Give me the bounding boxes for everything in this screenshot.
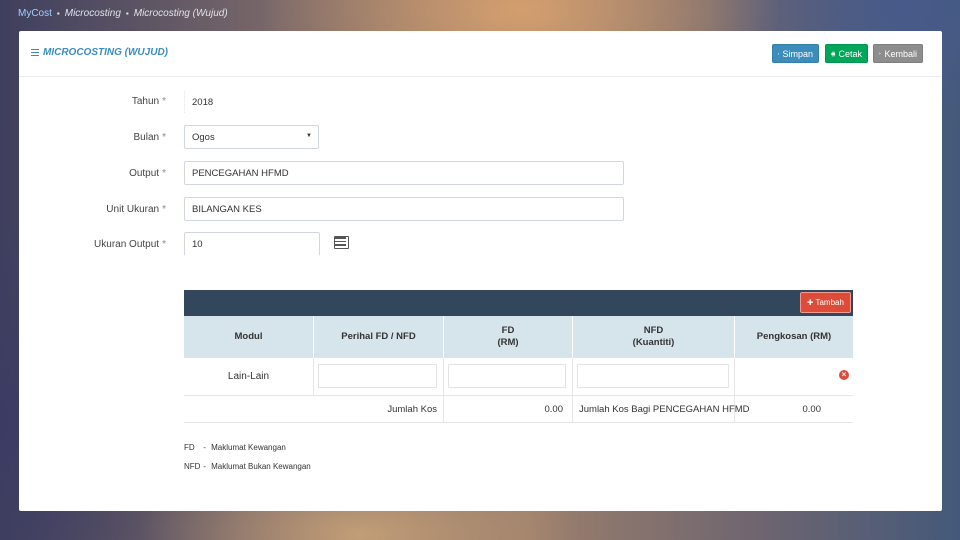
print-button[interactable]: Cetak xyxy=(825,44,868,63)
back-arrow-icon xyxy=(879,52,882,55)
back-button[interactable]: Kembali xyxy=(873,44,923,63)
breadcrumb-home-link[interactable]: MyCost xyxy=(18,8,52,19)
legend-fd: FD - Maklumat Kewangan xyxy=(184,443,286,452)
row-fd-cell xyxy=(444,358,573,395)
tahun-label: Tahun * xyxy=(131,96,166,107)
row-modul: Lain-Lain xyxy=(184,358,314,395)
add-row-button-label: Tambah xyxy=(815,298,844,307)
card-header: MICROCOSTING (WUJUD) Simpan Cetak Kembal… xyxy=(19,31,942,77)
legend-nfd: NFD - Maklumat Bukan Kewangan xyxy=(184,462,311,471)
breadcrumb-microcosting-link[interactable]: Microcosting xyxy=(65,8,121,19)
jumlah-kos-label: Jumlah Kos xyxy=(184,396,444,422)
chevron-down-icon: ▼ xyxy=(306,133,312,139)
list-icon[interactable] xyxy=(334,236,349,249)
page-title-text: MICROCOSTING (WUJUD) xyxy=(43,47,168,58)
tahun-field[interactable]: 2018 xyxy=(184,90,242,114)
bulan-selected-value: Ogos xyxy=(192,132,215,143)
print-icon xyxy=(831,51,836,56)
ukuran-output-label: Ukuran Output * xyxy=(94,239,166,250)
header-fd: FD (RM) xyxy=(444,316,573,358)
jumlah-kos-bagi-value: 0.00 xyxy=(802,403,822,415)
remove-row-icon[interactable]: × xyxy=(839,370,849,380)
add-row-button[interactable]: + Tambah xyxy=(800,292,851,313)
cost-table: + Tambah Modul Perihal FD / NFD FD (RM) N… xyxy=(184,290,853,423)
breadcrumb: MyCost ▪ Microcosting ▪ Microcosting (Wu… xyxy=(18,6,228,20)
jumlah-kos-bagi-label: Jumlah Kos Bagi PENCEGAHAN HFMD xyxy=(573,396,750,422)
unit-ukuran-field[interactable]: BILANGAN KES xyxy=(184,197,624,221)
save-button[interactable]: Simpan xyxy=(772,44,819,63)
row-pengkosan-cell: × xyxy=(735,358,853,395)
header-modul: Modul xyxy=(184,316,314,358)
jumlah-kos-value: 0.00 xyxy=(444,396,573,422)
table-toolbar: + Tambah xyxy=(184,290,853,316)
save-icon xyxy=(778,52,780,55)
save-button-label: Simpan xyxy=(782,48,813,59)
row-perihal-cell xyxy=(314,358,444,395)
breadcrumb-separator: ▪ xyxy=(125,8,129,18)
breadcrumb-separator: ▪ xyxy=(56,8,60,18)
bulan-label: Bulan * xyxy=(133,132,166,143)
print-button-label: Cetak xyxy=(838,48,862,59)
output-field[interactable]: PENCEGAHAN HFMD xyxy=(184,161,624,185)
perihal-input[interactable] xyxy=(318,364,437,388)
row-nfd-cell xyxy=(573,358,735,395)
nfd-input[interactable] xyxy=(577,364,729,388)
table-header: Modul Perihal FD / NFD FD (RM) NFD (Kuanti… xyxy=(184,316,853,358)
table-footer: Jumlah Kos 0.00 Jumlah Kos Bagi PENCEGAH… xyxy=(184,396,853,423)
output-label: Output * xyxy=(129,168,166,179)
unit-ukuran-label: Unit Ukuran * xyxy=(106,204,166,215)
header-nfd: NFD (Kuantiti) xyxy=(573,316,735,358)
table-row: Lain-Lain × xyxy=(184,358,853,396)
fd-input[interactable] xyxy=(448,364,566,388)
page-title: MICROCOSTING (WUJUD) xyxy=(31,47,168,58)
ukuran-output-field[interactable]: 10 xyxy=(184,232,320,256)
bulan-select[interactable]: Ogos ▼ xyxy=(184,125,319,149)
plus-icon: + xyxy=(807,296,814,309)
breadcrumb-current: Microcosting (Wujud) xyxy=(133,7,228,19)
menu-icon xyxy=(31,49,39,57)
header-perihal: Perihal FD / NFD xyxy=(314,316,444,358)
back-button-label: Kembali xyxy=(884,48,917,59)
header-pengkosan: Pengkosan (RM) xyxy=(756,331,832,342)
